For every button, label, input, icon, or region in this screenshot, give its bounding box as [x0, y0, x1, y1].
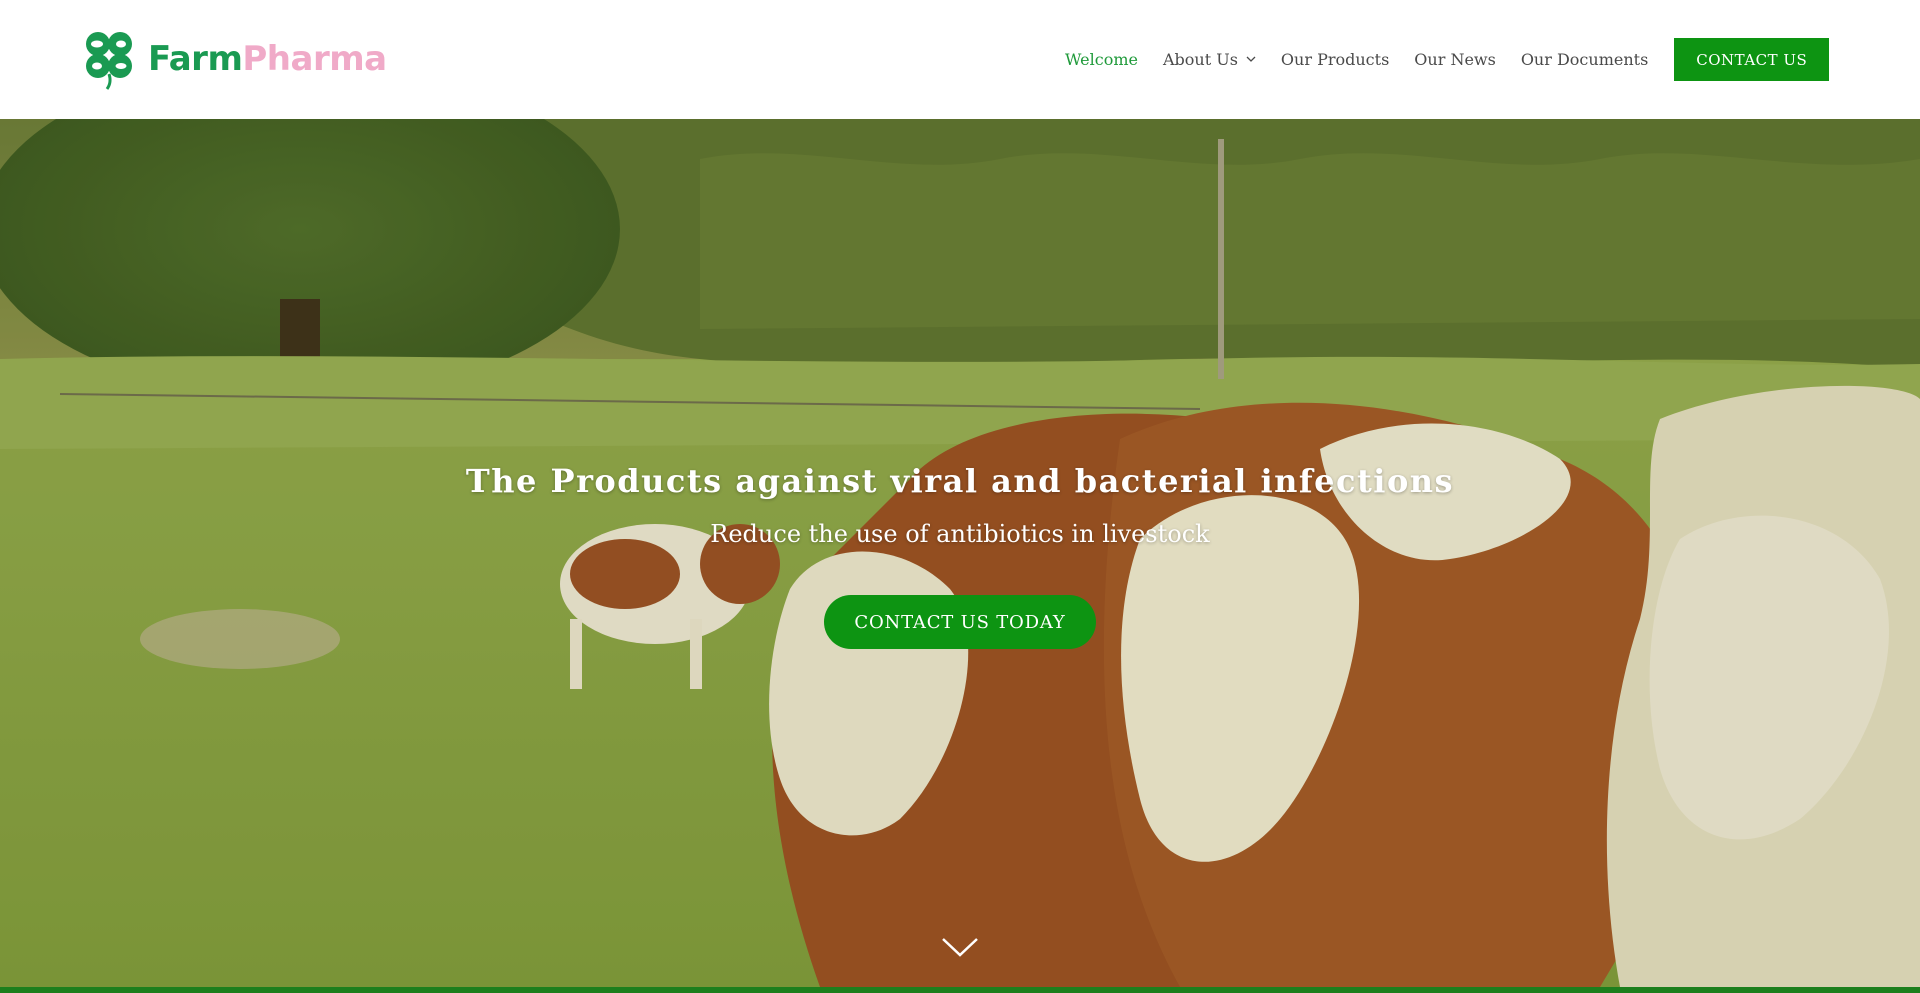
logo[interactable]: FarmPharma — [80, 28, 387, 90]
nav-item-about-us[interactable]: About Us — [1163, 50, 1256, 69]
contact-us-button[interactable]: CONTACT US — [1674, 38, 1830, 81]
nav-label: Our News — [1414, 50, 1496, 69]
nav-label: Welcome — [1065, 50, 1138, 69]
brand-name-pharma: Pharma — [242, 39, 387, 79]
hero-title: The Products against viral and bacterial… — [465, 462, 1455, 500]
brand-name-farm: Farm — [148, 39, 243, 79]
hero-subtitle: Reduce the use of antibiotics in livesto… — [710, 520, 1210, 548]
chevron-down-icon — [1246, 56, 1256, 62]
nav-item-our-news[interactable]: Our News — [1414, 50, 1496, 69]
nav-item-our-products[interactable]: Our Products — [1281, 50, 1389, 69]
contact-us-today-button[interactable]: CONTACT US TODAY — [824, 595, 1096, 649]
site-header: FarmPharma Welcome About Us Our Products… — [0, 0, 1920, 119]
nav-label: About Us — [1162, 50, 1238, 69]
chevron-down-icon[interactable] — [941, 936, 979, 958]
nav-item-welcome[interactable]: Welcome — [1065, 50, 1138, 69]
hero-background-image — [0, 119, 1920, 987]
bottom-accent-bar — [0, 987, 1920, 993]
brand-name: FarmPharma — [148, 39, 387, 79]
nav-item-our-documents[interactable]: Our Documents — [1521, 50, 1648, 69]
clover-logo-icon — [86, 32, 132, 90]
nav-label: Our Products — [1280, 50, 1390, 69]
nav-label: Our Documents — [1520, 50, 1649, 69]
main-nav: Welcome About Us Our Products Our News O… — [1065, 0, 1830, 119]
hero-section: The Products against viral and bacterial… — [0, 119, 1920, 987]
